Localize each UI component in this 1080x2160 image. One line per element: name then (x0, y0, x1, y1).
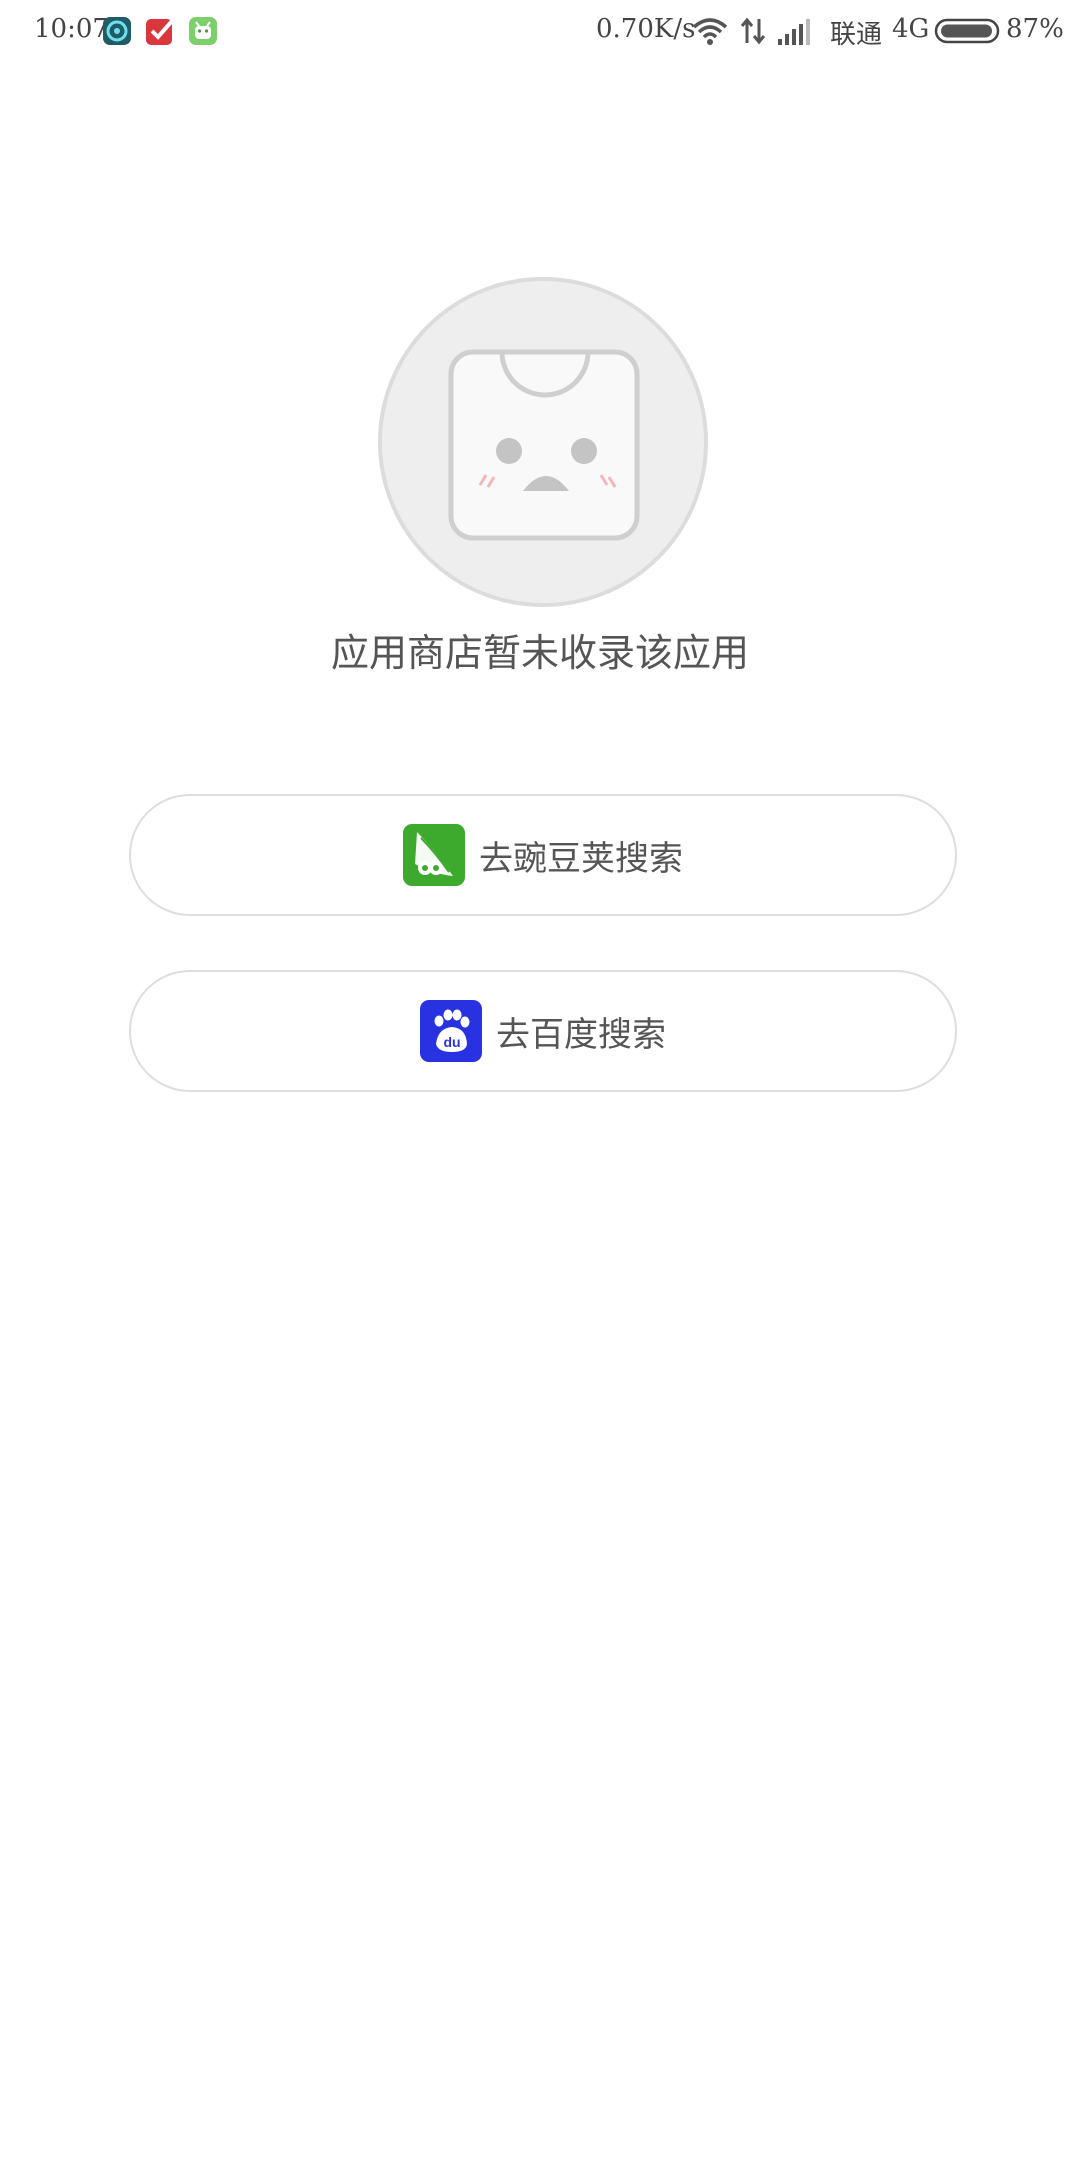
data-arrows-icon (740, 17, 766, 45)
empty-state-illustration (378, 277, 708, 607)
todo-check-icon (146, 19, 174, 45)
battery-icon (934, 18, 1000, 44)
status-time: 10:07 (34, 14, 109, 44)
baidu-icon: du (420, 1000, 482, 1062)
app-circle-icon (103, 17, 131, 45)
network-type: 4G (892, 14, 930, 44)
wifi-icon (692, 18, 728, 45)
search-baidu-button[interactable]: du 去百度搜索 (129, 970, 957, 1092)
status-bar: 10:07 0.70K/s 联通 4G 87% (0, 0, 1080, 66)
android-green-icon (189, 17, 217, 45)
network-speed: 0.70K/s (596, 14, 696, 44)
svg-text:du: du (443, 1034, 460, 1050)
sad-shopping-bag-icon (448, 349, 640, 541)
search-wandoujia-label: 去豌豆荚搜索 (479, 838, 683, 879)
search-wandoujia-button[interactable]: 去豌豆荚搜索 (129, 794, 957, 916)
wandoujia-icon (403, 824, 465, 886)
empty-state-message: 应用商店暂未收录该应用 (330, 631, 749, 675)
carrier-name: 联通 (830, 20, 883, 50)
search-baidu-label: 去百度搜索 (496, 1014, 666, 1055)
signal-icon (778, 19, 810, 45)
battery-percent: 87% (1006, 14, 1064, 44)
